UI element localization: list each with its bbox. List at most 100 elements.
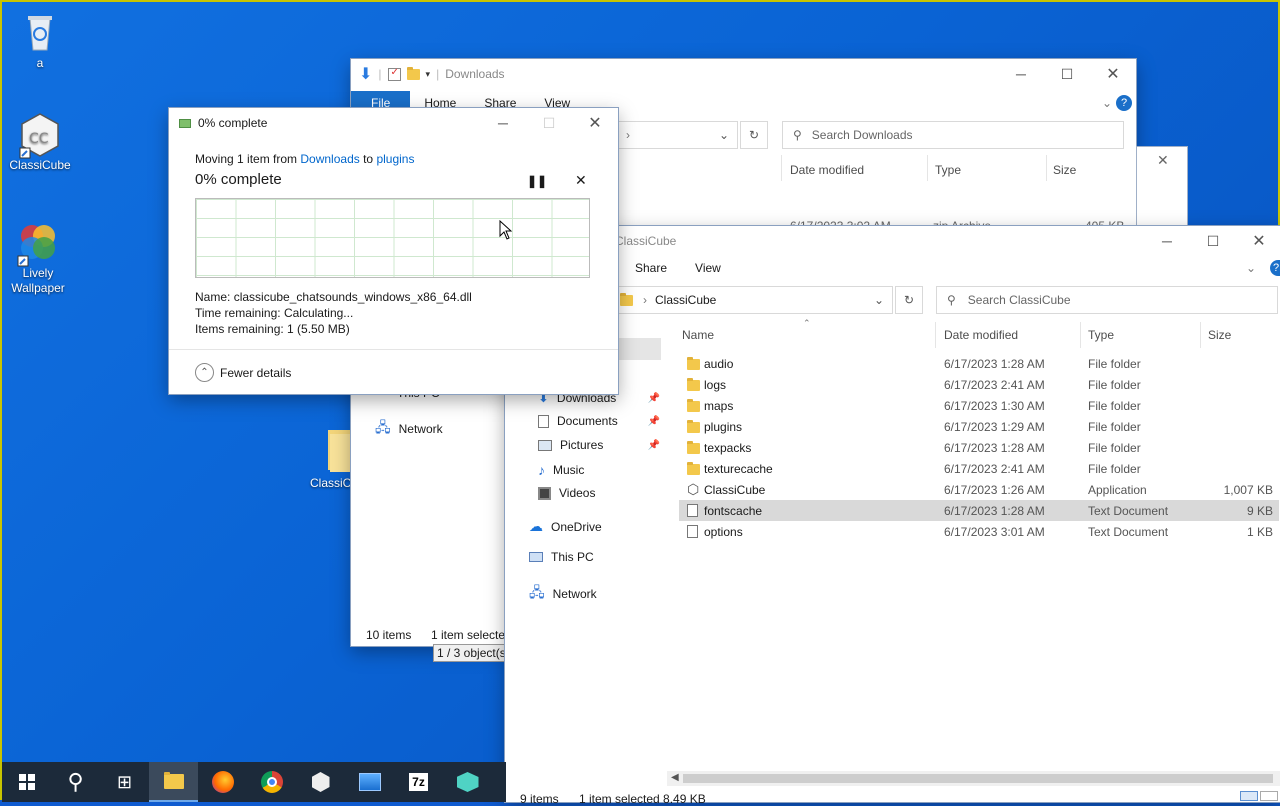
7zip-button[interactable]: 7z [394,762,443,802]
maximize-button[interactable]: ☐ [1190,226,1236,256]
downloads-titlebar[interactable]: ⬇ | ✓ ▾ | Downloads ─ ☐ ✕ [351,59,1136,89]
photos-button[interactable] [345,762,394,802]
classicube-desktop-shortcut[interactable]: CC ClassiCube [4,112,76,173]
nav-videos[interactable]: Videos [538,486,595,500]
horizontal-scrollbar[interactable]: ◀ [667,771,1280,786]
nav-pane-highlight [615,338,661,360]
file-name: options [704,525,743,539]
tab-share[interactable]: Share [621,261,681,275]
status-items: 10 items [366,628,412,642]
nav-pictures[interactable]: Pictures 📌 [538,438,660,452]
help-icon[interactable]: ? [1116,95,1132,111]
file-type: File folder [1088,357,1141,371]
destination-link[interactable]: plugins [376,152,414,166]
column-size[interactable]: Size [1208,328,1231,342]
classicube-button[interactable] [296,762,345,802]
chrome-button[interactable] [247,762,296,802]
help-icon[interactable]: ? [1270,260,1280,276]
detail-name: Name: classicube_chatsounds_windows_x86_… [195,290,472,304]
recycle-bin-shortcut[interactable]: a [4,10,76,71]
folder-icon [687,420,700,433]
nav-documents[interactable]: Documents 📌 [538,414,660,428]
column-name[interactable]: Name [682,328,714,342]
nav-onedrive[interactable]: ☁ OneDrive [529,518,602,535]
new-folder-icon[interactable] [406,66,420,80]
minimize-button[interactable]: ─ [998,59,1044,89]
nav-music[interactable]: ♪ Music [538,462,584,478]
firefox-button[interactable] [198,762,247,802]
pin-icon[interactable]: 📌 [648,393,660,404]
maximize-button[interactable]: ☐ [1044,59,1090,89]
file-row[interactable]: texturecache 6/17/2023 2:41 AM File folder [679,458,1279,479]
moving-to: to [359,152,377,166]
firefox-icon [211,771,234,793]
classicube-titlebar[interactable]: ClassiCube ─ ☐ ✕ [505,226,1280,256]
pause-button[interactable]: ❚❚ [527,174,547,188]
refresh-button[interactable]: ↻ [895,286,923,314]
lively-wallpaper-shortcut[interactable]: Lively Wallpaper [2,220,74,296]
customize-toolbar-icon[interactable]: ▾ [426,69,431,80]
column-type[interactable]: Type [1088,328,1114,342]
progress-dialog[interactable]: 0% complete ─ ☐ ✕ Moving 1 item from Dow… [169,108,618,394]
photos-icon [358,773,381,791]
sort-up-icon: ⌃ [803,318,811,328]
classicube-window[interactable]: ClassiCube ─ ☐ ✕ Share View ⌄ ? › Classi… [505,226,1280,806]
pin-icon[interactable]: 📌 [648,416,660,427]
search-input[interactable]: ⚲ Search ClassiCube [936,286,1278,314]
nav-network[interactable]: 🖧 Network [375,417,443,441]
address-bar[interactable]: › ⌄ [617,121,738,149]
file-row[interactable]: options 6/17/2023 3:01 AM Text Document 1 K… [679,521,1279,542]
address-bar[interactable]: › ClassiCube ⌄ [611,286,893,314]
minimize-button[interactable]: ─ [480,108,526,138]
start-button[interactable] [2,762,51,802]
file-row[interactable]: audio 6/17/2023 1:28 AM File folder [679,353,1279,374]
column-date-modified[interactable]: Date modified [944,328,1018,342]
hidden-window[interactable]: ✕ [1136,146,1188,228]
file-explorer-button[interactable] [149,762,198,802]
file-row[interactable]: fontscache 6/17/2023 1:28 AM Text Document… [679,500,1279,521]
scrollbar-thumb[interactable] [683,774,1273,783]
text-document-icon [687,504,698,517]
close-button[interactable]: ✕ [1090,59,1136,89]
file-row[interactable]: texpacks 6/17/2023 1:28 AM File folder [679,437,1279,458]
search-button[interactable]: ⚲ [51,762,100,802]
minimize-button[interactable]: ─ [1144,226,1190,256]
chevron-down-icon[interactable]: ⌄ [719,128,729,142]
folder-icon [687,399,700,412]
folder-icon [308,430,356,474]
file-row[interactable]: plugins 6/17/2023 1:29 AM File folder [679,416,1279,437]
tab-view[interactable]: View [681,261,735,275]
move-icon [179,118,191,128]
task-view-button[interactable]: ⊞ [100,762,149,802]
file-date: 6/17/2023 1:28 AM [944,357,1045,371]
file-size: 1 KB [1246,525,1273,539]
chevron-down-icon[interactable]: ⌄ [874,293,884,307]
nav-this-pc[interactable]: This PC [529,550,594,564]
dialog-titlebar[interactable]: 0% complete ─ ☐ ✕ [169,108,618,138]
expand-ribbon-icon[interactable]: ⌄ [1098,96,1116,110]
app-cube-button[interactable] [443,762,492,802]
cancel-button[interactable]: ✕ [575,172,587,189]
column-date-modified[interactable]: Date modified [790,163,864,177]
expand-ribbon-icon[interactable]: ⌄ [1232,261,1270,275]
search-input[interactable]: ⚲ Search Downloads [782,121,1124,149]
source-link[interactable]: Downloads [300,152,359,166]
fewer-details-label: Fewer details [220,365,292,380]
refresh-button[interactable]: ↻ [740,121,768,149]
folder-icon [687,462,700,475]
file-row[interactable]: maps 6/17/2023 1:30 AM File folder [679,395,1279,416]
pin-icon[interactable]: 📌 [648,440,660,451]
address-text: ClassiCube [655,293,717,307]
chrome-icon [260,771,283,793]
scroll-left-icon[interactable]: ◀ [671,772,679,783]
file-row[interactable]: logs 6/17/2023 2:41 AM File folder [679,374,1279,395]
close-button[interactable]: ✕ [1236,226,1280,256]
column-size[interactable]: Size [1053,163,1076,177]
properties-icon[interactable]: ✓ [387,67,401,81]
close-button[interactable]: ✕ [572,108,618,138]
fewer-details-button[interactable]: ⌃ Fewer details [195,363,291,382]
close-icon[interactable]: ✕ [1157,152,1169,169]
column-type[interactable]: Type [935,163,961,177]
file-row[interactable]: ⬡ ClassiCube 6/17/2023 1:26 AM Application 1… [679,479,1279,500]
nav-network[interactable]: 🖧 Network [529,582,597,606]
